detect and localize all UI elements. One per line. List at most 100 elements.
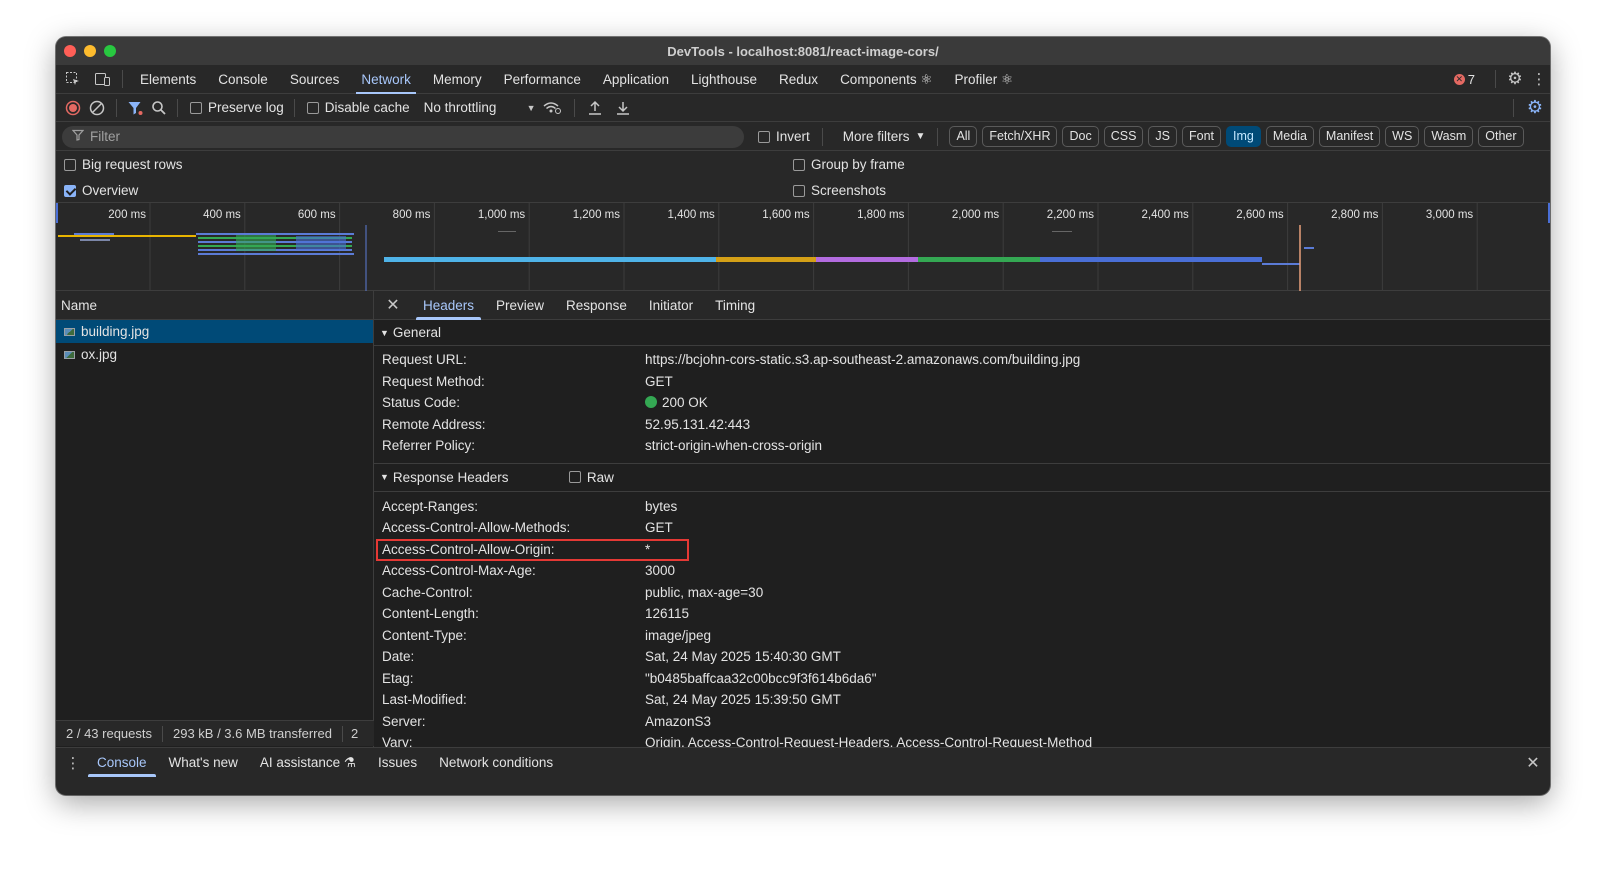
tab-elements[interactable]: Elements bbox=[129, 65, 207, 94]
header-value: image/jpeg bbox=[645, 627, 712, 643]
raw-checkbox[interactable]: Raw bbox=[568, 470, 614, 485]
tab-sources[interactable]: Sources bbox=[279, 65, 351, 94]
more-options-icon[interactable]: ⋮ bbox=[1528, 70, 1550, 88]
timeline-tick-label: 1,000 ms bbox=[478, 209, 526, 221]
drawer-tab-issues[interactable]: Issues bbox=[367, 748, 428, 777]
header-name: Content-Length: bbox=[382, 606, 479, 622]
zoom-window-button[interactable] bbox=[104, 45, 116, 57]
filter-icon[interactable] bbox=[123, 100, 147, 116]
filter-chip-all[interactable]: All bbox=[949, 126, 978, 147]
big-request-rows-checkbox[interactable]: Big request rows bbox=[64, 157, 183, 172]
divider bbox=[573, 98, 575, 117]
header-row-access-control-max-age: Access-Control-Max-Age: 3000 bbox=[374, 560, 1550, 582]
filter-chip-other[interactable]: Other bbox=[1478, 126, 1524, 147]
tab-application[interactable]: Application bbox=[592, 65, 680, 94]
close-drawer-icon[interactable]: ✕ bbox=[1516, 753, 1550, 773]
devtools-window: DevTools - localhost:8081/react-image-co… bbox=[56, 37, 1550, 795]
request-row[interactable]: building.jpg bbox=[56, 320, 373, 343]
filter-chip-img[interactable]: Img bbox=[1226, 126, 1261, 147]
clear-icon[interactable] bbox=[84, 100, 110, 116]
filter-chip-font[interactable]: Font bbox=[1182, 126, 1222, 147]
checkbox-box bbox=[64, 184, 76, 197]
screenshots-checkbox[interactable]: Screenshots bbox=[793, 183, 886, 198]
header-value: Sat, 24 May 2025 15:39:50 GMT bbox=[645, 692, 841, 708]
error-count-badge[interactable]: ✕ 7 bbox=[1453, 72, 1475, 87]
header-name: Cache-Control: bbox=[382, 584, 473, 600]
detail-tab-preview[interactable]: Preview bbox=[485, 291, 555, 320]
header-name: Content-Type: bbox=[382, 627, 467, 643]
inspect-element-icon[interactable] bbox=[58, 71, 88, 87]
request-list-panel: Name building.jpg ox.jpg bbox=[56, 291, 374, 747]
detail-tab-headers[interactable]: Headers bbox=[412, 291, 485, 320]
network-conditions-icon[interactable] bbox=[536, 100, 568, 116]
preserve-log-checkbox[interactable]: Preserve log bbox=[190, 100, 284, 115]
request-name: building.jpg bbox=[81, 324, 150, 339]
filter-chip-ws[interactable]: WS bbox=[1385, 126, 1420, 147]
network-settings-gear-icon[interactable]: ⚙ bbox=[1520, 97, 1550, 118]
header-name: Vary: bbox=[382, 735, 413, 747]
filter-chip-fetch-xhr[interactable]: Fetch/XHR bbox=[982, 126, 1058, 147]
general-section-header[interactable]: ▼ General bbox=[374, 320, 1550, 346]
response-header-rows: Accept-Ranges: bytes Access-Control-Allow-… bbox=[374, 492, 1550, 747]
filter-chip-css[interactable]: CSS bbox=[1103, 126, 1144, 147]
tab-components[interactable]: Components ⚛ bbox=[829, 65, 943, 94]
request-row[interactable]: ox.jpg bbox=[56, 343, 373, 366]
network-options: Big request rows Overview Group by frame… bbox=[56, 151, 1550, 203]
tab-console[interactable]: Console bbox=[207, 65, 279, 94]
throttling-select[interactable]: No throttling ▼ bbox=[424, 100, 536, 115]
tab-redux[interactable]: Redux bbox=[768, 65, 829, 94]
drawer-tab-console[interactable]: Console bbox=[86, 748, 158, 777]
tab-performance[interactable]: Performance bbox=[493, 65, 592, 94]
close-window-button[interactable] bbox=[64, 45, 76, 57]
header-value: Origin, Access-Control-Request-Headers, … bbox=[645, 735, 1093, 747]
tab-memory[interactable]: Memory bbox=[422, 65, 493, 94]
stop-recording-icon[interactable] bbox=[62, 100, 84, 116]
import-har-icon[interactable] bbox=[581, 100, 609, 116]
drawer-menu-icon[interactable]: ⋮ bbox=[60, 754, 86, 772]
filter-chip-wasm[interactable]: Wasm bbox=[1424, 126, 1474, 147]
triangle-down-icon: ▼ bbox=[380, 327, 389, 338]
filter-chip-js[interactable]: JS bbox=[1148, 126, 1178, 147]
more-filters-dropdown[interactable]: More filters ▼ bbox=[843, 129, 926, 144]
overview-checkbox[interactable]: Overview bbox=[64, 183, 138, 198]
filter-chip-media[interactable]: Media bbox=[1265, 126, 1314, 147]
timeline-tick-label: 1,200 ms bbox=[573, 209, 621, 221]
name-column-header[interactable]: Name bbox=[56, 291, 373, 320]
divider bbox=[1495, 70, 1496, 88]
divider bbox=[177, 98, 178, 117]
tab-profiler[interactable]: Profiler ⚛ bbox=[943, 65, 1024, 94]
export-har-icon[interactable] bbox=[609, 100, 637, 116]
detail-tabs: Headers Preview Response Initiator Timing bbox=[412, 291, 766, 320]
image-file-icon bbox=[64, 350, 75, 359]
response-headers-section-header[interactable]: ▼ Response Headers Raw bbox=[374, 464, 1550, 492]
image-file-icon bbox=[64, 327, 75, 336]
tab-lighthouse[interactable]: Lighthouse bbox=[680, 65, 768, 94]
disable-cache-checkbox[interactable]: Disable cache bbox=[306, 100, 410, 115]
drawer-tab-network-conditions[interactable]: Network conditions bbox=[428, 748, 564, 777]
settings-gear-icon[interactable]: ⚙ bbox=[1502, 69, 1528, 89]
drawer-tab-ai-assistance[interactable]: AI assistance ⚗ bbox=[249, 748, 367, 777]
header-row-access-control-allow-methods: Access-Control-Allow-Methods: GET bbox=[374, 517, 1550, 539]
timeline-tick-label: 600 ms bbox=[298, 209, 336, 221]
timeline-overview[interactable]: 200 ms 400 ms 600 ms 800 ms 1,000 ms 1,200 ms… bbox=[56, 203, 1550, 291]
group-by-frame-checkbox[interactable]: Group by frame bbox=[793, 157, 905, 172]
detail-tab-response[interactable]: Response bbox=[555, 291, 638, 320]
close-details-icon[interactable]: ✕ bbox=[374, 295, 412, 315]
header-row-referrer-policy: Referrer Policy: strict-origin-when-cross… bbox=[374, 435, 1550, 457]
minimize-window-button[interactable] bbox=[84, 45, 96, 57]
filter-chip-manifest[interactable]: Manifest bbox=[1318, 126, 1381, 147]
detail-tab-initiator[interactable]: Initiator bbox=[638, 291, 704, 320]
tab-network[interactable]: Network bbox=[350, 65, 422, 94]
search-icon[interactable] bbox=[147, 100, 171, 116]
invert-checkbox[interactable]: Invert bbox=[758, 129, 810, 144]
filter-input[interactable]: Filter bbox=[62, 125, 744, 148]
detail-tab-timing[interactable]: Timing bbox=[704, 291, 766, 320]
header-value: public, max-age=30 bbox=[645, 584, 764, 600]
device-toolbar-icon[interactable] bbox=[88, 71, 116, 87]
drawer-tab-what-s-new[interactable]: What's new bbox=[158, 748, 249, 777]
filter-chip-doc[interactable]: Doc bbox=[1062, 126, 1099, 147]
divider bbox=[293, 98, 295, 117]
header-name: Status Code: bbox=[382, 395, 461, 411]
header-name: Server: bbox=[382, 713, 426, 729]
header-name: Access-Control-Allow-Methods: bbox=[382, 520, 571, 536]
